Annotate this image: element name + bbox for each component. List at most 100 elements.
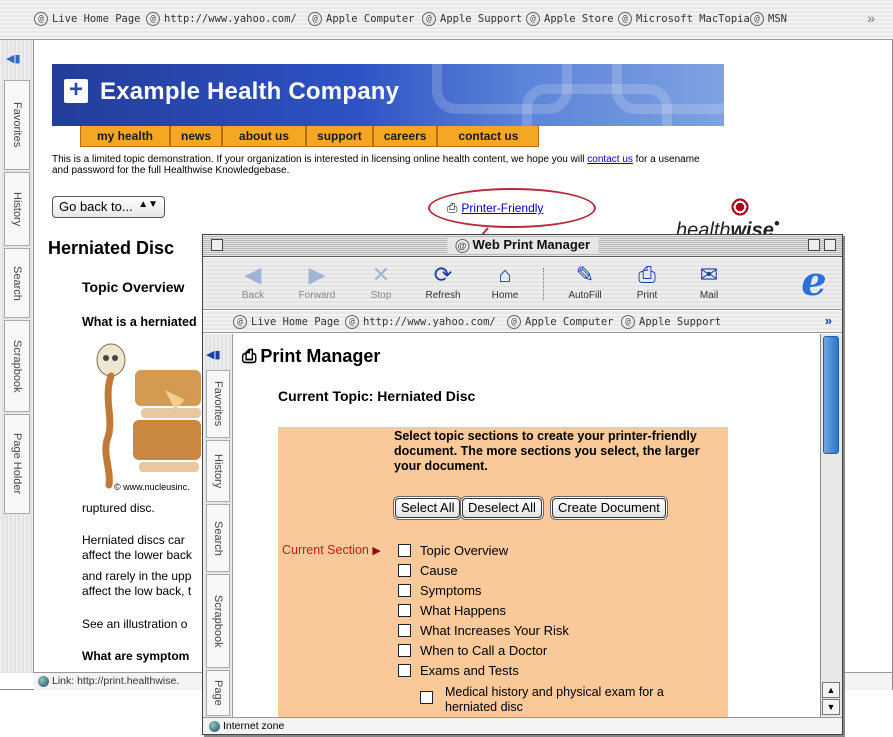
close-box-icon[interactable]: [211, 239, 223, 251]
more-favorites-chevron-icon[interactable]: »: [867, 10, 875, 26]
favorite-apple-support[interactable]: @ Apple Support: [621, 315, 721, 329]
nav-about-us[interactable]: about us: [222, 126, 307, 147]
checkbox[interactable]: [398, 664, 411, 677]
print-manager-content: ⎙ Print Manager Current Topic: Herniated …: [234, 334, 820, 717]
scroll-thumb[interactable]: [823, 336, 839, 454]
favorite-label: MSN: [768, 13, 787, 25]
favorite-apple-store[interactable]: @ Apple Store: [526, 12, 614, 26]
tab-search[interactable]: Search: [206, 504, 230, 572]
tab-label: Favorites: [11, 102, 23, 148]
section-checkbox-row[interactable]: Cause: [398, 563, 458, 578]
window-titlebar[interactable]: @ Web Print Manager: [203, 235, 842, 257]
autofill-button[interactable]: ✎ AutoFill: [557, 262, 613, 301]
checkbox[interactable]: [398, 544, 411, 557]
globe-icon: [209, 720, 220, 732]
favorite-label: http://www.yahoo.com/: [164, 13, 297, 25]
home-button[interactable]: ⌂ Home: [477, 262, 533, 301]
checkbox[interactable]: [398, 644, 411, 657]
explorer-bar-tabs: ◀▮ Favorites History Search Scrapbook Pa…: [203, 334, 233, 717]
select-value: Go back to...: [59, 199, 133, 214]
body-heading: What are symptom: [82, 649, 190, 663]
nav-contact-us[interactable]: contact us: [437, 126, 540, 147]
section-select-panel: Select topic sections to create your pri…: [278, 427, 728, 717]
scroll-up-arrow-icon[interactable]: ▲: [822, 682, 840, 698]
tab-page-holder[interactable]: Page Holder: [4, 414, 30, 514]
deselect-all-button[interactable]: Deselect All: [462, 498, 542, 518]
stop-button[interactable]: ✕ Stop: [353, 262, 409, 301]
section-checkbox-row[interactable]: When to Call a Doctor: [398, 643, 547, 658]
favorites-bar: @ Live Home Page @ http://www.yahoo.com/ @…: [0, 0, 893, 40]
tab-label: Page Holder: [11, 433, 23, 495]
favorite-icon: @: [233, 315, 247, 329]
tab-favorites[interactable]: Favorites: [206, 370, 230, 438]
section-checkbox-row[interactable]: Symptoms: [398, 583, 481, 598]
tab-page-holder[interactable]: Page: [206, 670, 230, 716]
section-label: Exams and Tests: [420, 663, 519, 678]
tab-search[interactable]: Search: [4, 248, 30, 318]
collapse-sidebar-icon[interactable]: ◀▮: [206, 348, 228, 362]
spine-illustration: [96, 343, 201, 489]
tab-scrapbook[interactable]: Scrapbook: [206, 574, 230, 668]
tab-history[interactable]: History: [206, 440, 230, 502]
nav-careers[interactable]: careers: [372, 126, 438, 147]
internet-explorer-logo-icon: e: [801, 258, 827, 305]
favorite-yahoo[interactable]: @ http://www.yahoo.com/: [345, 315, 496, 329]
collapse-box-icon[interactable]: [824, 239, 836, 251]
checkbox[interactable]: [398, 584, 411, 597]
checkbox[interactable]: [398, 624, 411, 637]
checkbox[interactable]: [398, 604, 411, 617]
section-checkbox-row[interactable]: Exams and Tests: [398, 663, 519, 678]
favorite-live-home-page[interactable]: @ Live Home Page: [233, 315, 340, 329]
back-button[interactable]: ◀ Back: [225, 262, 281, 301]
tab-favorites[interactable]: Favorites: [4, 80, 30, 170]
nav-my-health[interactable]: my health: [80, 126, 171, 147]
favorite-yahoo[interactable]: @ http://www.yahoo.com/: [146, 12, 297, 26]
favorite-apple-computer[interactable]: @ Apple Computer: [308, 12, 415, 26]
forward-button[interactable]: ▶ Forward: [289, 262, 345, 301]
checkbox[interactable]: [420, 691, 433, 704]
subsection-checkbox-row[interactable]: Medical history and physical exam for a …: [420, 685, 715, 715]
tab-scrapbook[interactable]: Scrapbook: [4, 320, 30, 412]
section-checkbox-row[interactable]: What Increases Your Risk: [398, 623, 569, 638]
go-back-select[interactable]: Go back to... ▲▼: [52, 196, 165, 218]
collapse-sidebar-icon[interactable]: ◀▮: [6, 52, 28, 66]
nav-news[interactable]: news: [170, 126, 223, 147]
favorite-label: Live Home Page: [52, 13, 141, 25]
notice-text: This is a limited topic demonstration. I…: [52, 154, 588, 165]
section-checkbox-row[interactable]: Topic Overview: [398, 543, 508, 558]
favorite-icon: @: [345, 315, 359, 329]
section-heading: Topic Overview: [82, 279, 185, 295]
brand-name: Example Health Company: [100, 78, 400, 105]
nav-support[interactable]: support: [306, 126, 373, 147]
favorite-microsoft-mactopia[interactable]: @ Microsoft MacTopia: [618, 12, 750, 26]
scroll-down-arrow-icon[interactable]: ▼: [822, 699, 840, 715]
favorite-label: Apple Store: [544, 13, 614, 25]
body-text: and rarely in the upp: [82, 569, 192, 583]
section-checkbox-row[interactable]: What Happens: [398, 603, 506, 618]
favorite-apple-support[interactable]: @ Apple Support: [422, 12, 522, 26]
forward-arrow-icon: ▶: [308, 262, 326, 287]
web-print-manager-window: @ Web Print Manager ◀ Back ▶ Forward ✕ Stop…: [202, 234, 843, 735]
select-all-button[interactable]: Select All: [395, 498, 461, 518]
printer-friendly-link[interactable]: ⎙ Printer-Friendly: [447, 200, 543, 216]
site-nav: my health news about us support careers …: [80, 126, 540, 147]
globe-icon: [38, 675, 49, 687]
favorite-apple-computer[interactable]: @ Apple Computer: [507, 315, 614, 329]
create-document-button[interactable]: Create Document: [552, 498, 666, 518]
contact-us-link[interactable]: contact us: [587, 154, 633, 165]
body-text: affect the lower back: [82, 548, 192, 562]
more-favorites-chevron-icon[interactable]: »: [825, 313, 832, 328]
vertical-scrollbar[interactable]: ▲ ▼: [820, 334, 842, 717]
print-button[interactable]: ⎙ Print: [619, 262, 675, 301]
favorite-live-home-page[interactable]: @ Live Home Page: [34, 12, 141, 26]
refresh-button[interactable]: ⟳ Refresh: [415, 262, 471, 301]
favorite-label: Live Home Page: [251, 316, 340, 328]
current-section-arrow-icon: ▶: [372, 545, 381, 557]
toolbar-label: Print: [636, 290, 658, 301]
mail-button[interactable]: ✉ Mail: [681, 262, 737, 301]
zoom-box-icon[interactable]: [808, 239, 820, 251]
current-topic: Current Topic: Herniated Disc: [278, 388, 476, 404]
favorite-msn[interactable]: @ MSN: [750, 12, 787, 26]
checkbox[interactable]: [398, 564, 411, 577]
tab-history[interactable]: History: [4, 172, 30, 246]
